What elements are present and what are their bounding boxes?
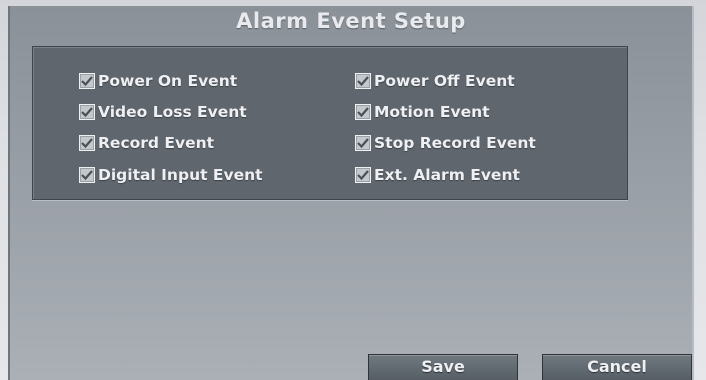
save-button[interactable]: Save xyxy=(368,354,518,380)
event-motion[interactable]: Motion Event xyxy=(355,100,490,124)
event-label: Stop Record Event xyxy=(374,134,536,152)
event-ext-alarm[interactable]: Ext. Alarm Event xyxy=(355,163,520,187)
events-panel: Power On Event Power Off Event Video Los… xyxy=(32,46,628,200)
checkmark-icon xyxy=(81,138,93,149)
checkbox[interactable] xyxy=(355,104,371,120)
event-power-off[interactable]: Power Off Event xyxy=(355,69,515,93)
event-record[interactable]: Record Event xyxy=(79,131,214,155)
checkbox[interactable] xyxy=(79,73,95,89)
event-label: Digital Input Event xyxy=(98,166,263,184)
event-video-loss[interactable]: Video Loss Event xyxy=(79,100,247,124)
alarm-event-setup-dialog: Alarm Event Setup Power On Event Power O… xyxy=(8,6,694,380)
event-label: Record Event xyxy=(98,134,215,152)
checkmark-icon xyxy=(357,170,369,181)
checkmark-icon xyxy=(357,138,369,149)
dialog-title: Alarm Event Setup xyxy=(236,9,466,33)
screen: Alarm Event Setup Power On Event Power O… xyxy=(0,0,706,380)
checkbox[interactable] xyxy=(79,104,95,120)
event-digital-input[interactable]: Digital Input Event xyxy=(79,163,263,187)
event-label: Ext. Alarm Event xyxy=(374,166,520,184)
checkbox[interactable] xyxy=(355,167,371,183)
checkmark-icon xyxy=(357,76,369,87)
checkmark-icon xyxy=(357,107,369,118)
event-power-on[interactable]: Power On Event xyxy=(79,69,237,93)
checkbox[interactable] xyxy=(355,73,371,89)
event-label: Motion Event xyxy=(374,103,490,121)
checkbox[interactable] xyxy=(79,135,95,151)
checkbox[interactable] xyxy=(355,135,371,151)
cancel-button[interactable]: Cancel xyxy=(542,354,692,380)
checkbox[interactable] xyxy=(79,167,95,183)
checkmark-icon xyxy=(81,170,93,181)
event-stop-record[interactable]: Stop Record Event xyxy=(355,131,536,155)
event-label: Video Loss Event xyxy=(98,103,247,121)
event-label: Power Off Event xyxy=(374,72,515,90)
checkmark-icon xyxy=(81,107,93,118)
checkmark-icon xyxy=(81,76,93,87)
event-label: Power On Event xyxy=(98,72,238,90)
